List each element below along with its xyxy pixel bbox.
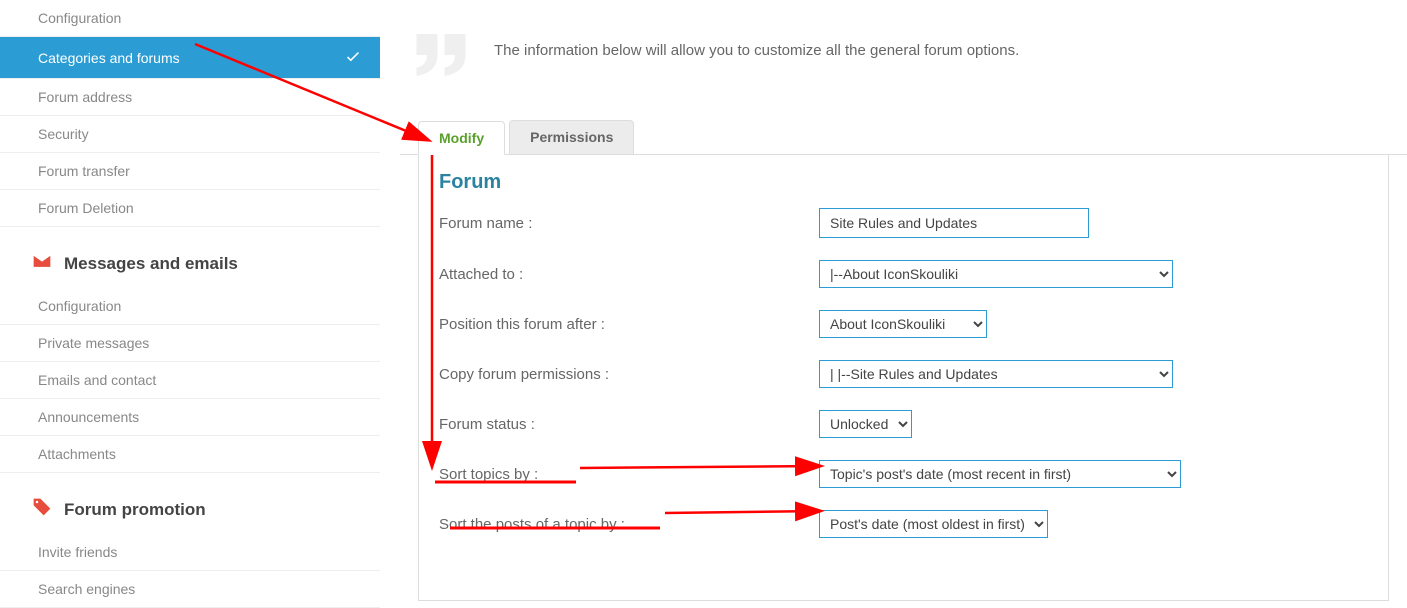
sidebar-item-forum-deletion[interactable]: Forum Deletion <box>0 190 380 227</box>
forum-status-select[interactable]: Unlocked <box>819 410 912 438</box>
sidebar-item-label: Private messages <box>38 335 149 351</box>
sidebar-item-label: Security <box>38 126 89 142</box>
sort-posts-select[interactable]: Post's date (most oldest in first) <box>819 510 1048 538</box>
sidebar-item-invite-friends[interactable]: Invite friends <box>0 534 380 571</box>
forum-name-input[interactable] <box>819 208 1089 238</box>
sidebar-item-label: Invite friends <box>38 544 117 560</box>
sidebar-item-emails-contact[interactable]: Emails and contact <box>0 362 380 399</box>
label-sort-posts: Sort the posts of a topic by : <box>439 516 819 533</box>
sidebar-item-forum-address[interactable]: Forum address <box>0 79 380 116</box>
attached-to-select[interactable]: |--About IconSkouliki <box>819 260 1173 288</box>
tags-icon <box>32 497 52 522</box>
sidebar-item-label: Forum Deletion <box>38 200 134 216</box>
sidebar-item-announcements[interactable]: Announcements <box>0 399 380 436</box>
sidebar-item-private-messages[interactable]: Private messages <box>0 325 380 362</box>
forum-panel: Forum Forum name : Attached to : |--Abou… <box>418 155 1389 601</box>
tabs: Modify Permissions <box>400 120 1407 155</box>
panel-title: Forum <box>439 171 1368 194</box>
sidebar-header-promotion: Forum promotion <box>0 473 380 534</box>
main-content: The information below will allow you to … <box>380 0 1407 608</box>
tab-label: Modify <box>439 130 484 146</box>
sidebar-item-label: Configuration <box>38 10 121 26</box>
sidebar-item-label: Emails and contact <box>38 372 156 388</box>
label-sort-topics: Sort topics by : <box>439 466 819 483</box>
label-copy-permissions: Copy forum permissions : <box>439 366 819 383</box>
sidebar-item-label: Search engines <box>38 581 135 597</box>
label-position-after: Position this forum after : <box>439 316 819 333</box>
quote-icon <box>406 20 476 90</box>
tab-permissions[interactable]: Permissions <box>509 120 634 154</box>
intro-block: The information below will allow you to … <box>400 0 1407 120</box>
sidebar-item-label: Announcements <box>38 409 139 425</box>
sidebar-item-search-engines[interactable]: Search engines <box>0 571 380 608</box>
envelope-icon <box>32 251 52 276</box>
sidebar-item-label: Forum address <box>38 89 132 105</box>
tab-modify[interactable]: Modify <box>418 121 505 155</box>
label-forum-status: Forum status : <box>439 416 819 433</box>
sidebar-item-categories-forums[interactable]: Categories and forums <box>0 37 380 79</box>
sidebar-item-forum-transfer[interactable]: Forum transfer <box>0 153 380 190</box>
copy-permissions-select[interactable]: | |--Site Rules and Updates <box>819 360 1173 388</box>
sidebar-item-configuration[interactable]: Configuration <box>0 0 380 37</box>
label-attached-to: Attached to : <box>439 266 819 283</box>
position-after-select[interactable]: About IconSkouliki <box>819 310 987 338</box>
intro-text: The information below will allow you to … <box>494 20 1019 59</box>
sidebar: Configuration Categories and forums Foru… <box>0 0 380 608</box>
sidebar-item-security[interactable]: Security <box>0 116 380 153</box>
sidebar-item-label: Categories and forums <box>38 50 180 66</box>
tab-label: Permissions <box>530 129 613 145</box>
sidebar-header-label: Forum promotion <box>64 500 206 520</box>
sidebar-item-attachments[interactable]: Attachments <box>0 436 380 473</box>
sidebar-header-messages: Messages and emails <box>0 227 380 288</box>
sidebar-item-msg-configuration[interactable]: Configuration <box>0 288 380 325</box>
sort-topics-select[interactable]: Topic's post's date (most recent in firs… <box>819 460 1181 488</box>
sidebar-item-label: Attachments <box>38 446 116 462</box>
label-forum-name: Forum name : <box>439 215 819 232</box>
check-icon <box>344 47 362 68</box>
sidebar-item-label: Configuration <box>38 298 121 314</box>
sidebar-header-label: Messages and emails <box>64 254 238 274</box>
sidebar-item-label: Forum transfer <box>38 163 130 179</box>
